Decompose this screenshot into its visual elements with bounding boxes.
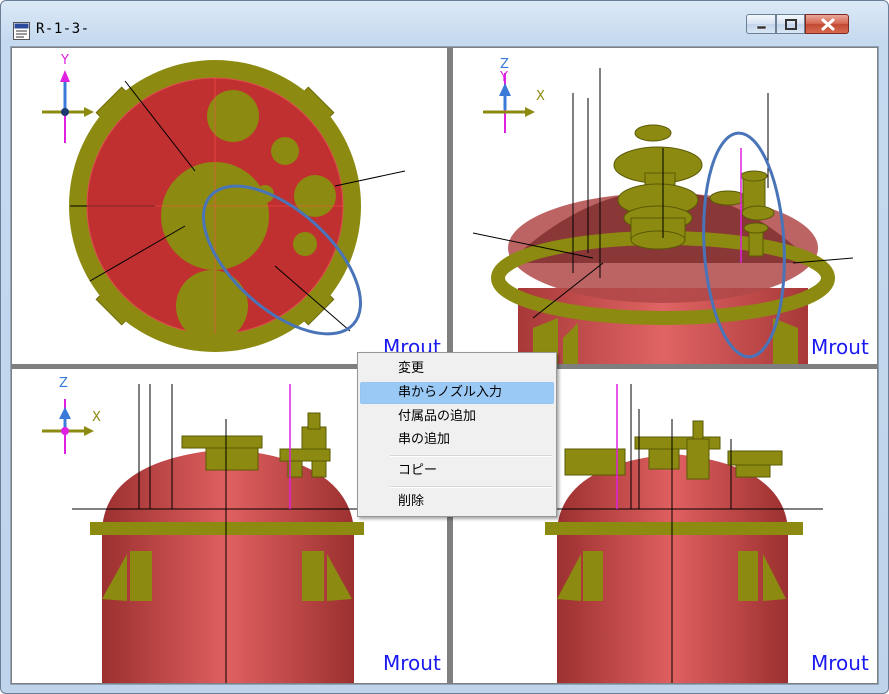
dok-document-icon <box>13 22 30 40</box>
svg-text:Y: Y <box>499 70 508 85</box>
menu-item-copy[interactable]: コピー <box>360 460 554 482</box>
axis-gizmo-front: Z X <box>42 376 101 454</box>
menu-item-add-skewer[interactable]: 串の追加 <box>360 429 554 451</box>
viewport-label-iso: Mrout <box>811 335 869 359</box>
iso-view-drawing: Z Y X <box>472 57 854 364</box>
axis-gizmo-iso: Z Y X <box>483 57 545 133</box>
context-menu: 変更 串からノズル入力 付属品の追加 串の追加 コピー 削除 <box>357 352 557 517</box>
menu-separator <box>390 455 552 457</box>
title-bar[interactable]: R-1-3- <box>1 1 888 43</box>
viewport-label-front: Mrout <box>383 651 441 675</box>
top-view-drawing: Y <box>42 53 406 352</box>
maximize-icon <box>785 19 797 30</box>
viewport-iso[interactable]: Z Y X Mrout <box>453 48 877 364</box>
menu-item-add-attachment[interactable]: 付属品の追加 <box>360 406 554 428</box>
viewport-label-side: Mrout <box>811 651 869 675</box>
svg-text:Z: Z <box>59 376 68 391</box>
maximize-button[interactable] <box>776 14 805 34</box>
viewport-top[interactable]: Y Mrout <box>12 48 447 364</box>
close-icon <box>821 18 835 31</box>
window-title: R-1-3- <box>36 21 90 37</box>
menu-separator <box>390 486 552 488</box>
svg-text:X: X <box>536 89 545 104</box>
minimize-icon <box>756 25 767 30</box>
close-button[interactable] <box>805 14 849 34</box>
axis-gizmo-top: Y <box>42 53 94 143</box>
svg-text:Y: Y <box>60 53 69 68</box>
menu-item-nozzle-input[interactable]: 串からノズル入力 <box>360 382 554 404</box>
minimize-button[interactable] <box>746 14 776 34</box>
app-window: R-1-3- Y Mrout Z Y X Mrout Z X Mrout Mro… <box>0 0 889 694</box>
menu-item-delete[interactable]: 削除 <box>360 491 554 513</box>
svg-text:X: X <box>92 410 101 425</box>
menu-item-change[interactable]: 変更 <box>360 358 554 380</box>
